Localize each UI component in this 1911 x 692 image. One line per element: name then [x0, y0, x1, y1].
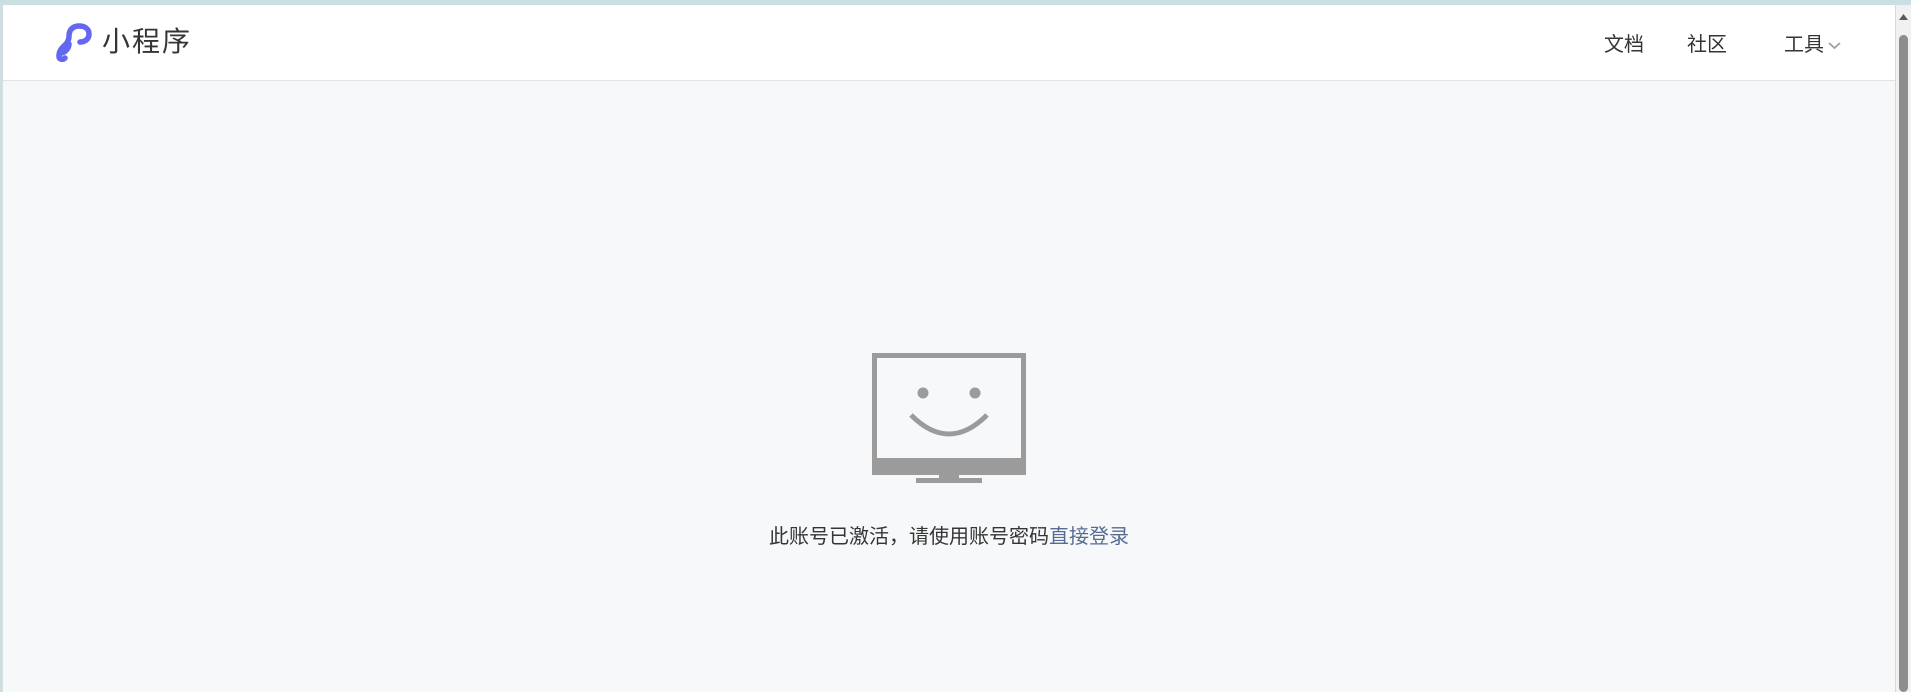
header: 小程序 文档 社区 工具 [3, 5, 1895, 81]
smiling-monitor-icon [872, 353, 1026, 483]
empty-state: 此账号已激活，请使用账号密码直接登录 [3, 353, 1895, 548]
miniprogram-logo-icon [56, 23, 92, 62]
brand-name: 小程序 [102, 25, 193, 58]
nav-docs[interactable]: 文档 [1604, 29, 1644, 59]
page-window: 小程序 文档 社区 工具 此账号已激活，请使用账号密码直接登录 [2, 5, 1895, 692]
chevron-down-icon [1828, 42, 1841, 50]
activation-message: 此账号已激活，请使用账号密码直接登录 [3, 521, 1895, 551]
nav-community[interactable]: 社区 [1687, 29, 1727, 59]
nav-tools-label: 工具 [1784, 32, 1824, 56]
brand[interactable]: 小程序 [51, 22, 192, 62]
scrollbar-thumb[interactable] [1899, 35, 1908, 692]
nav-tools[interactable]: 工具 [1784, 29, 1841, 59]
vertical-scrollbar[interactable] [1896, 5, 1911, 692]
direct-login-link[interactable]: 直接登录 [1049, 524, 1129, 548]
message-text: 此账号已激活，请使用账号密码 [769, 524, 1049, 548]
scroll-up-arrow-icon[interactable] [1898, 13, 1909, 21]
